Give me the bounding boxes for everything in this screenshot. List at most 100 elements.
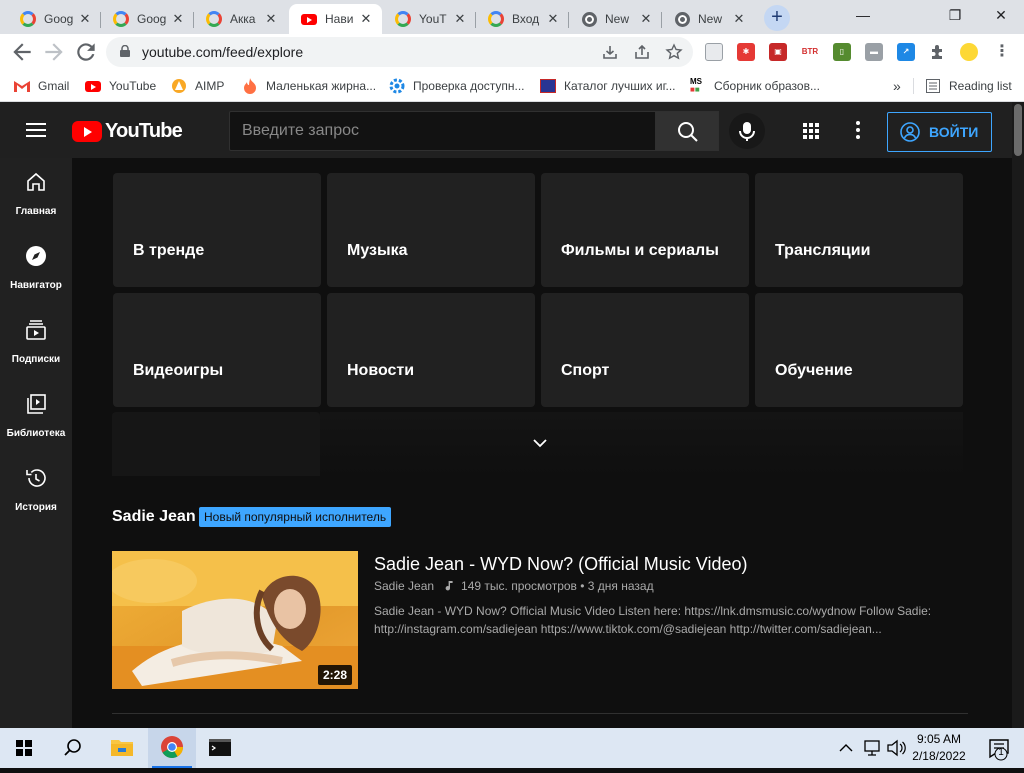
more-vert-icon[interactable]: ⋮ [993,43,1011,61]
destination-learning[interactable]: Обучение [755,293,963,407]
reload-button[interactable] [73,39,99,65]
extension-icon[interactable]: ▣ [769,43,787,61]
profile-avatar[interactable] [960,43,978,61]
close-icon[interactable]: ✕ [452,11,468,27]
minimize-icon[interactable]: — [840,0,886,32]
notifications-icon[interactable]: 1 [976,728,1024,768]
close-icon[interactable]: ✕ [545,11,561,27]
guide-item-library[interactable]: Библиотека [0,380,72,454]
terminal-icon[interactable] [196,728,244,768]
extension-icon[interactable]: ▬ [865,43,883,61]
reading-list-button[interactable]: Reading list [925,76,1012,96]
extension-icon[interactable]: BTR [801,43,819,61]
google-icon [206,11,222,27]
system-clock[interactable]: 9:05 AM 2/18/2022 [906,731,972,765]
close-icon[interactable]: ✕ [77,11,93,27]
destination-news[interactable]: Новости [327,293,535,407]
extension-icon[interactable] [705,43,723,61]
browser-tab[interactable]: Goog ✕ [8,4,101,34]
video-title[interactable]: Sadie Jean - WYD Now? (Official Music Vi… [374,554,747,575]
settings-more-icon[interactable] [846,118,870,142]
scrollbar[interactable] [1012,102,1024,728]
windows-start-icon[interactable] [0,728,48,768]
bookmark-fire[interactable]: Маленькая жирна... [242,76,376,96]
destination-trending[interactable]: В тренде [113,173,321,287]
bookmark-aimp[interactable]: AIMP [171,76,224,96]
apps-grid-icon[interactable] [800,120,822,142]
bookmarks-overflow-button[interactable]: » [893,76,901,96]
close-icon[interactable]: ✕ [731,11,747,27]
bookmark-youtube[interactable]: YouTube [85,76,156,96]
destination-sports[interactable]: Спорт [541,293,749,407]
channel-name[interactable]: Sadie Jean [374,579,434,593]
notification-count: 1 [998,747,1004,758]
home-icon [27,172,45,191]
account-icon [900,122,920,142]
bookmark-gmail[interactable]: Gmail [14,76,69,96]
reading-list-icon [925,78,941,94]
restore-icon[interactable]: ❐ [932,0,978,32]
bookmark-star-icon[interactable] [665,43,683,61]
close-icon[interactable]: ✕ [263,11,279,27]
scrollbar-thumb[interactable] [1014,104,1022,156]
destination-movies[interactable]: Фильмы и сериалы [541,173,749,287]
extensions-puzzle-icon[interactable] [929,43,947,61]
library-icon [27,394,46,414]
divider [913,78,914,94]
bookmark-check[interactable]: Проверка доступн... [389,76,525,96]
new-tab-button[interactable]: + [764,5,790,31]
guide-item-subscriptions[interactable]: Подписки [0,306,72,380]
window-close-icon[interactable]: ✕ [978,0,1024,32]
sign-in-button[interactable]: ВОЙТИ [887,112,992,152]
close-icon[interactable]: ✕ [170,11,186,27]
bookmark-catalog[interactable]: Каталог лучших иг... [540,76,676,96]
tab-title: Goog [44,12,74,26]
clock-date: 2/18/2022 [912,749,966,763]
search-icon[interactable] [48,728,96,768]
extension-icon[interactable]: ✱ [737,43,755,61]
menu-icon[interactable] [26,122,46,138]
close-icon[interactable]: ✕ [638,11,654,27]
browser-tab-active[interactable]: Нави ✕ [289,4,382,34]
extension-icon[interactable]: ↗ [897,43,915,61]
browser-tab[interactable]: YouT ✕ [383,4,476,34]
browser-tab[interactable]: Goog ✕ [101,4,194,34]
url-text[interactable]: youtube.com/feed/explore [142,44,303,60]
lock-icon[interactable] [120,45,130,57]
guide-item-explore[interactable]: Навигатор [0,232,72,306]
install-app-icon[interactable] [601,43,619,61]
shelf-title[interactable]: Sadie Jean [112,508,196,526]
guide-item-home[interactable]: Главная [0,158,72,232]
forward-button[interactable] [41,39,67,65]
google-icon [113,11,129,27]
guide-item-history[interactable]: История [0,454,72,528]
youtube-logo[interactable]: YouTube [72,120,183,142]
back-button[interactable] [9,39,35,65]
search-button[interactable] [655,111,719,151]
volume-icon[interactable] [884,728,908,768]
chrome-icon [581,11,597,27]
extension-icon[interactable]: ▯ [833,43,851,61]
browser-tab[interactable]: Вход ✕ [476,4,569,34]
chrome-taskbar-icon[interactable] [148,728,196,768]
chevron-down-icon[interactable] [530,436,550,450]
browser-tab[interactable]: New ✕ [662,4,755,34]
voice-search-button[interactable] [729,113,765,149]
share-icon[interactable] [633,43,651,61]
address-bar[interactable]: youtube.com/feed/explore [106,37,693,67]
chevron-up-icon[interactable] [834,728,858,768]
browser-tab[interactable]: New ✕ [569,4,662,34]
bookmark-ms[interactable]: MS ■■ Сборник образов... [690,76,820,96]
divider [112,713,968,714]
file-explorer-icon[interactable] [98,728,146,768]
network-icon[interactable] [860,728,884,768]
destination-gaming[interactable]: Видеоигры [113,293,321,407]
destination-music[interactable]: Музыка [327,173,535,287]
browser-tab[interactable]: Акка ✕ [194,4,287,34]
guide-sidebar: Главная Навигатор Подписки Библиотека Ис… [0,158,72,728]
close-icon[interactable]: ✕ [358,11,374,27]
bookmarks-bar: Gmail YouTube AIMP Маленькая жирна... Пр… [0,70,1024,102]
search-input[interactable] [242,121,642,141]
tab-title: YouT [419,12,447,26]
destination-live[interactable]: Трансляции [755,173,963,287]
